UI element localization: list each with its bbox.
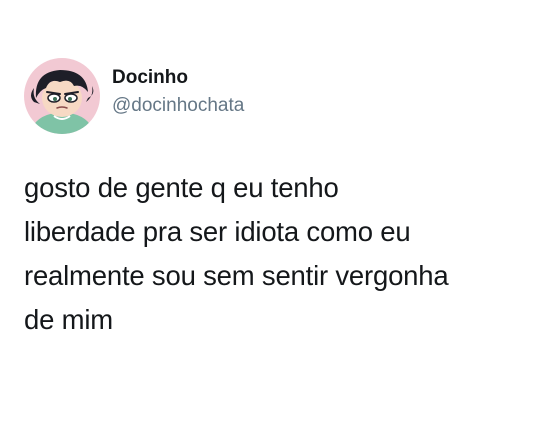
tweet-card: Docinho @docinhochata gosto de gente q e… [0, 0, 540, 432]
tweet-text-line: realmente sou sem sentir vergonha [24, 260, 449, 291]
cartoon-girl-avatar-icon [24, 58, 100, 134]
avatar[interactable] [24, 58, 100, 134]
tweet-text-line: gosto de gente q eu tenho [24, 172, 339, 203]
tweet-text-line: de mim [24, 304, 113, 335]
display-name[interactable]: Docinho [112, 66, 244, 90]
tweet-text: gosto de gente q eu tenho liberdade pra … [24, 166, 524, 342]
tweet-text-line: liberdade pra ser idiota como eu [24, 216, 411, 247]
user-handle[interactable]: @docinhochata [112, 94, 244, 118]
tweet-header: Docinho @docinhochata [24, 56, 244, 136]
author-names: Docinho @docinhochata [112, 66, 244, 118]
